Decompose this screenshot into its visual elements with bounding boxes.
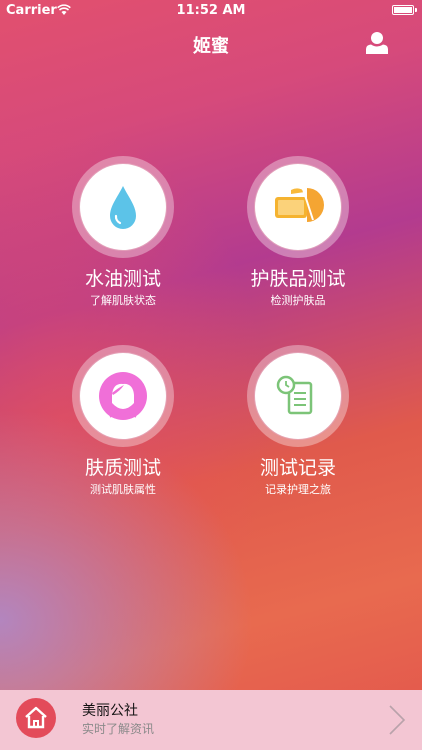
- tile-circle: [247, 345, 349, 447]
- battery-icon: [392, 5, 417, 15]
- beauty-community-bar[interactable]: 美丽公社 实时了解资讯: [0, 690, 422, 750]
- navigation-bar: 姬蜜: [0, 22, 422, 66]
- home-icon: [25, 706, 47, 729]
- user-icon[interactable]: [364, 30, 390, 56]
- record-document-icon: [276, 375, 313, 415]
- status-time: 11:52 AM: [176, 3, 246, 18]
- home-button[interactable]: [16, 698, 56, 738]
- tile-title: 测试记录: [259, 457, 336, 479]
- tile-skin-type-test[interactable]: 肤质测试 测试肌肤属性: [48, 345, 198, 497]
- tile-subtitle: 测试肌肤属性: [90, 483, 156, 496]
- female-face-icon: [99, 372, 147, 420]
- community-subtitle: 实时了解资讯: [82, 722, 155, 736]
- community-title: 美丽公社: [82, 703, 138, 719]
- tile-subtitle: 了解肌肤状态: [90, 294, 156, 307]
- chevron-right-icon[interactable]: [386, 704, 408, 736]
- tile-circle: [247, 156, 349, 258]
- tile-circle: [72, 345, 174, 447]
- tile-skincare-test[interactable]: 护肤品测试 检测护肤品: [223, 156, 373, 308]
- water-drop-icon: [110, 186, 136, 229]
- tile-subtitle: 检测护肤品: [270, 294, 326, 307]
- tile-test-records[interactable]: 测试记录 记录护理之旅: [223, 345, 373, 497]
- tile-title: 水油测试: [84, 268, 161, 290]
- tile-circle: [72, 156, 174, 258]
- page-title: 姬蜜: [193, 36, 229, 57]
- tile-water-oil-test[interactable]: 水油测试 了解肌肤状态: [48, 156, 198, 308]
- skincare-products-icon: [275, 185, 324, 222]
- tile-subtitle: 记录护理之旅: [265, 483, 331, 496]
- tile-title: 肤质测试: [84, 457, 161, 479]
- status-bar: Carrier 11:52 AM: [0, 0, 422, 22]
- tile-title: 护肤品测试: [250, 268, 346, 290]
